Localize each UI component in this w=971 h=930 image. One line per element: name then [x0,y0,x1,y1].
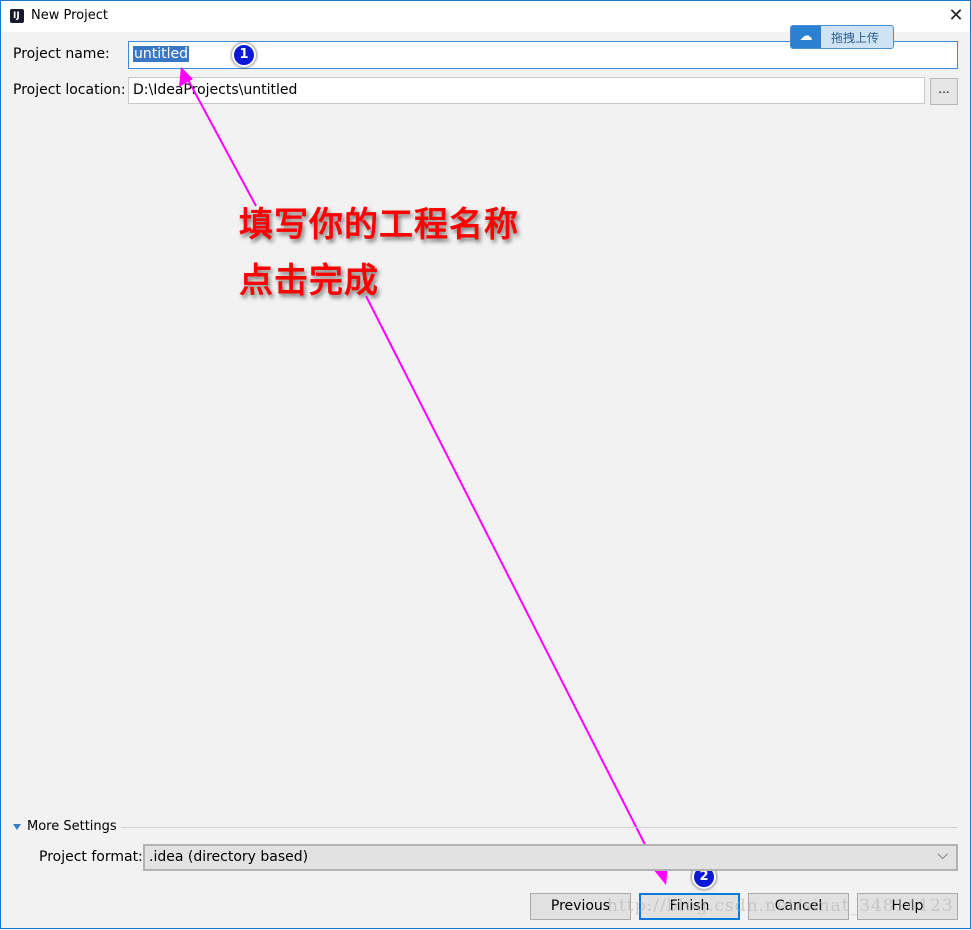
watermark: http://blog.csdn.net/sinat_34814123 [607,896,954,916]
new-project-dialog: IJ New Project ✕ Project name: untitled … [0,0,971,929]
more-settings-label: More Settings [27,819,117,834]
project-format-label: Project format: [39,849,143,865]
project-format-select[interactable]: .idea (directory based) ⌵ [143,844,958,871]
annotation-arrows [179,67,668,885]
expand-triangle-icon [13,823,21,830]
arrow-to-name [185,75,257,207]
divider [121,827,957,828]
project-format-value: .idea (directory based) [149,849,309,865]
arrow-to-finish [365,295,662,877]
more-settings-toggle[interactable]: More Settings [13,819,117,834]
chevron-down-icon: ⌵ [937,847,948,863]
